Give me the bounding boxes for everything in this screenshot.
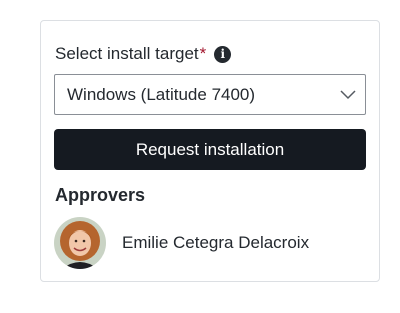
request-installation-button[interactable]: Request installation (54, 129, 366, 170)
required-marker: * (199, 44, 207, 63)
info-icon[interactable]: i (214, 45, 232, 63)
install-target-value: Windows (Latitude 7400) (67, 84, 256, 104)
avatar (54, 217, 106, 269)
install-target-label: Select install target (55, 44, 199, 63)
install-card: Select install target * i Windows (Latit… (40, 20, 380, 282)
install-target-label-row: Select install target * i (55, 43, 232, 65)
approver-name: Emilie Cetegra Delacroix (122, 233, 310, 252)
install-target-select[interactable]: Windows (Latitude 7400) (54, 74, 366, 115)
approver-item: Emilie Cetegra Delacroix (54, 217, 309, 269)
chevron-down-icon (340, 90, 356, 100)
approvers-title: Approvers (55, 185, 146, 205)
